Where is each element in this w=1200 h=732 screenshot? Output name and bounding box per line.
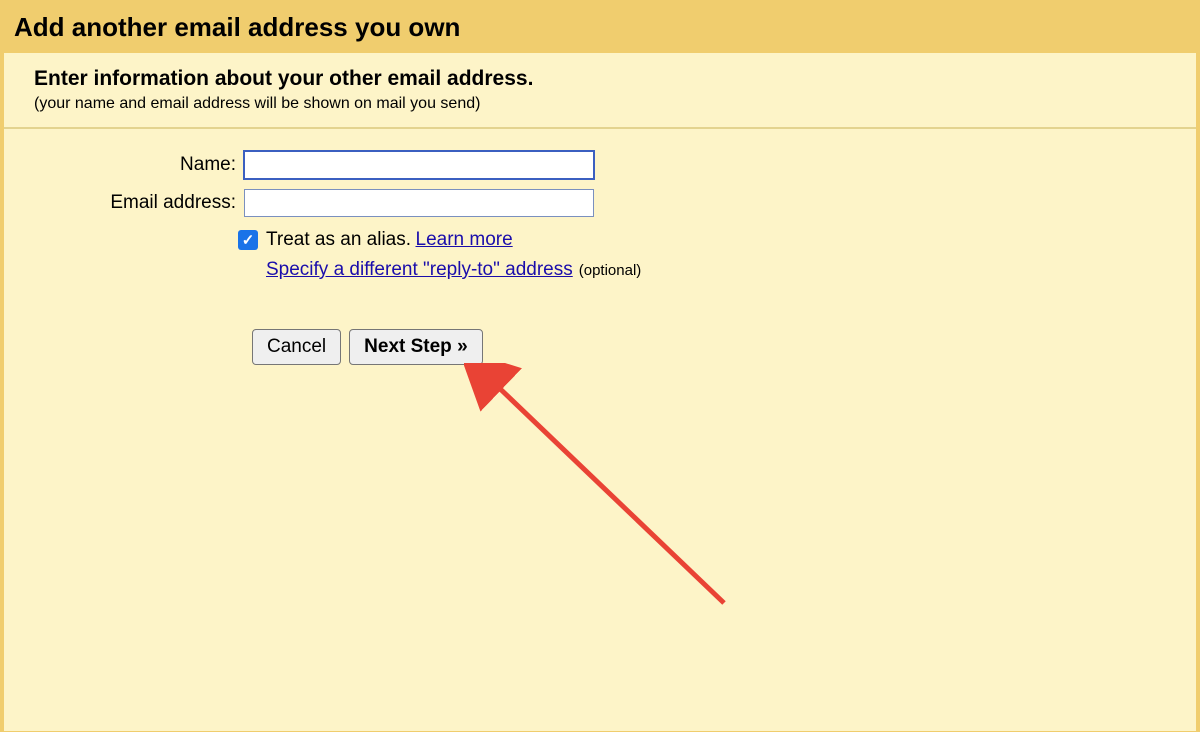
cancel-button[interactable]: Cancel <box>252 329 341 365</box>
name-row: Name: <box>34 151 1166 179</box>
alias-checkbox[interactable]: ✓ <box>238 230 258 250</box>
email-label: Email address: <box>34 192 244 214</box>
title-bar: Add another email address you own <box>0 0 1200 53</box>
alias-text: Treat as an alias. <box>266 229 411 251</box>
section-title: Enter information about your other email… <box>34 67 1172 91</box>
annotation-arrow-icon <box>464 363 744 623</box>
form-area: Name: Email address: ✓ Treat as an alias… <box>4 129 1196 365</box>
button-row: Cancel Next Step » <box>252 329 1166 365</box>
next-step-button[interactable]: Next Step » <box>349 329 482 365</box>
section-header: Enter information about your other email… <box>4 67 1196 129</box>
name-input[interactable] <box>244 151 594 179</box>
reply-to-row: Specify a different "reply-to" address (… <box>34 259 1166 281</box>
learn-more-link[interactable]: Learn more <box>416 229 513 251</box>
reply-to-link[interactable]: Specify a different "reply-to" address <box>266 259 573 281</box>
email-row: Email address: <box>34 189 1166 217</box>
optional-label: (optional) <box>579 262 642 279</box>
email-input[interactable] <box>244 189 594 217</box>
section-subtitle: (your name and email address will be sho… <box>34 95 1172 113</box>
content-panel: Enter information about your other email… <box>4 53 1196 731</box>
alias-row: ✓ Treat as an alias. Learn more <box>34 229 1166 251</box>
dialog-window: Add another email address you own Enter … <box>0 0 1200 732</box>
name-label: Name: <box>34 154 244 176</box>
checkmark-icon: ✓ <box>242 231 255 249</box>
dialog-title: Add another email address you own <box>14 12 1186 43</box>
